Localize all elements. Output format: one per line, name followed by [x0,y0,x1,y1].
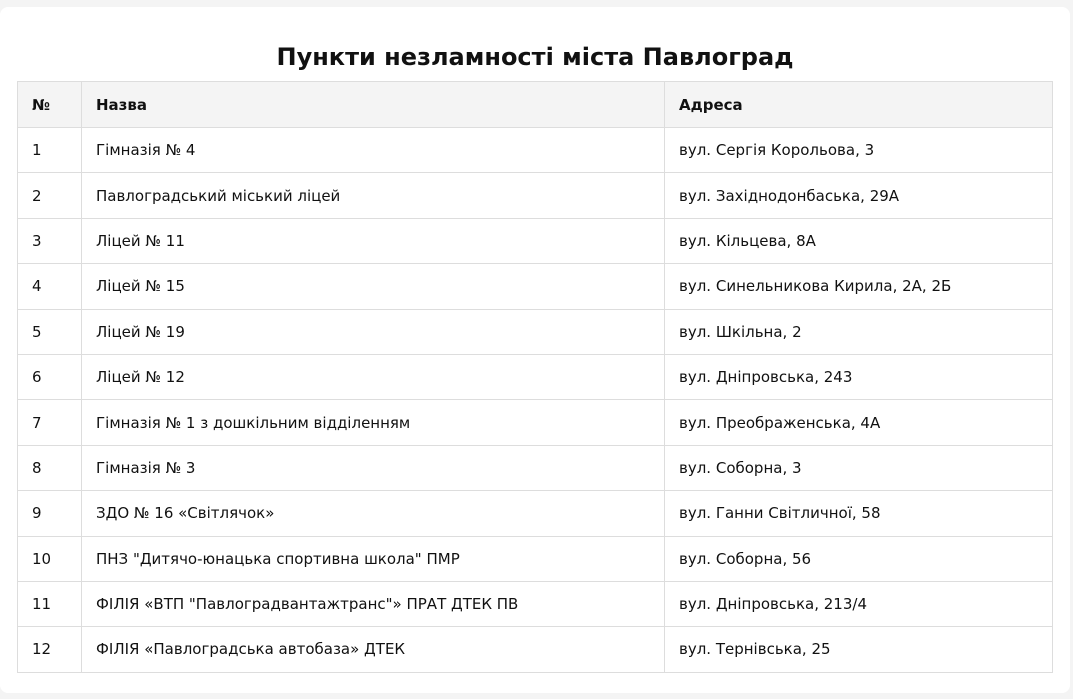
cell-name: Ліцей № 19 [81,308,665,355]
cell-number: 2 [17,172,82,219]
table-row: 9 ЗДО № 16 «Світлячок» вул. Ганни Світли… [17,490,1053,537]
cell-address: вул. Тернівська, 25 [664,626,1053,673]
cell-address: вул. Шкільна, 2 [664,308,1053,355]
cell-address: вул. Дніпровська, 213/4 [664,580,1053,628]
cell-number: 6 [17,353,82,401]
table-row: 6 Ліцей № 12 вул. Дніпровська, 243 [17,353,1053,401]
table-row: 7 Гімназія № 1 з дошкільним відділенням … [17,399,1053,446]
cell-number: 3 [17,217,82,265]
cell-name: Ліцей № 11 [81,217,665,265]
cell-address: вул. Дніпровська, 243 [664,353,1053,401]
content-card: Пункти незламності міста Павлоград № Наз… [0,7,1070,693]
cell-address: вул. Соборна, 3 [664,444,1053,492]
cell-address: вул. Преображенська, 4А [664,399,1053,446]
cell-name: ПНЗ "Дитячо-юнацька спортивна школа" ПМР [81,535,665,582]
cell-address: вул. Сергія Корольова, 3 [664,126,1053,174]
cell-number: 9 [17,490,82,537]
header-address: Адреса [664,81,1053,128]
cell-number: 11 [17,580,82,628]
cell-name: Павлоградський міський ліцей [81,172,665,219]
cell-name: Ліцей № 12 [81,353,665,401]
cell-name: Гімназія № 1 з дошкільним відділенням [81,399,665,446]
cell-name: Ліцей № 15 [81,263,665,310]
header-number: № [17,81,82,128]
cell-address: вул. Синельникова Кирила, 2А, 2Б [664,263,1053,310]
table-row: 5 Ліцей № 19 вул. Шкільна, 2 [17,308,1053,355]
table-row: 11 ФІЛІЯ «ВТП "Павлоградвантажтранс"» ПР… [17,580,1053,628]
table-row: 12 ФІЛІЯ «Павлоградська автобаза» ДТЕК в… [17,626,1053,673]
cell-name: Гімназія № 4 [81,126,665,174]
table-row: 10 ПНЗ "Дитячо-юнацька спортивна школа" … [17,535,1053,582]
table-row: 8 Гімназія № 3 вул. Соборна, 3 [17,444,1053,492]
cell-address: вул. Західнодонбаська, 29А [664,172,1053,219]
resilience-points-table: № Назва Адреса 1 Гімназія № 4 вул. Сергі… [17,81,1053,673]
cell-name: ФІЛІЯ «ВТП "Павлоградвантажтранс"» ПРАТ … [81,580,665,628]
header-name: Назва [81,81,665,128]
cell-number: 10 [17,535,82,582]
cell-number: 4 [17,263,82,310]
cell-address: вул. Соборна, 56 [664,535,1053,582]
cell-address: вул. Ганни Світличної, 58 [664,490,1053,537]
cell-number: 5 [17,308,82,355]
cell-address: вул. Кільцева, 8А [664,217,1053,265]
table-row: 3 Ліцей № 11 вул. Кільцева, 8А [17,217,1053,265]
cell-name: ЗДО № 16 «Світлячок» [81,490,665,537]
page-title: Пункти незламності міста Павлоград [276,43,794,71]
cell-number: 7 [17,399,82,446]
cell-name: ФІЛІЯ «Павлоградська автобаза» ДТЕК [81,626,665,673]
cell-number: 12 [17,626,82,673]
cell-name: Гімназія № 3 [81,444,665,492]
table-header-row: № Назва Адреса [17,81,1053,128]
table-row: 1 Гімназія № 4 вул. Сергія Корольова, 3 [17,126,1053,174]
table-row: 4 Ліцей № 15 вул. Синельникова Кирила, 2… [17,263,1053,310]
table-row: 2 Павлоградський міський ліцей вул. Захі… [17,172,1053,219]
cell-number: 1 [17,126,82,174]
cell-number: 8 [17,444,82,492]
